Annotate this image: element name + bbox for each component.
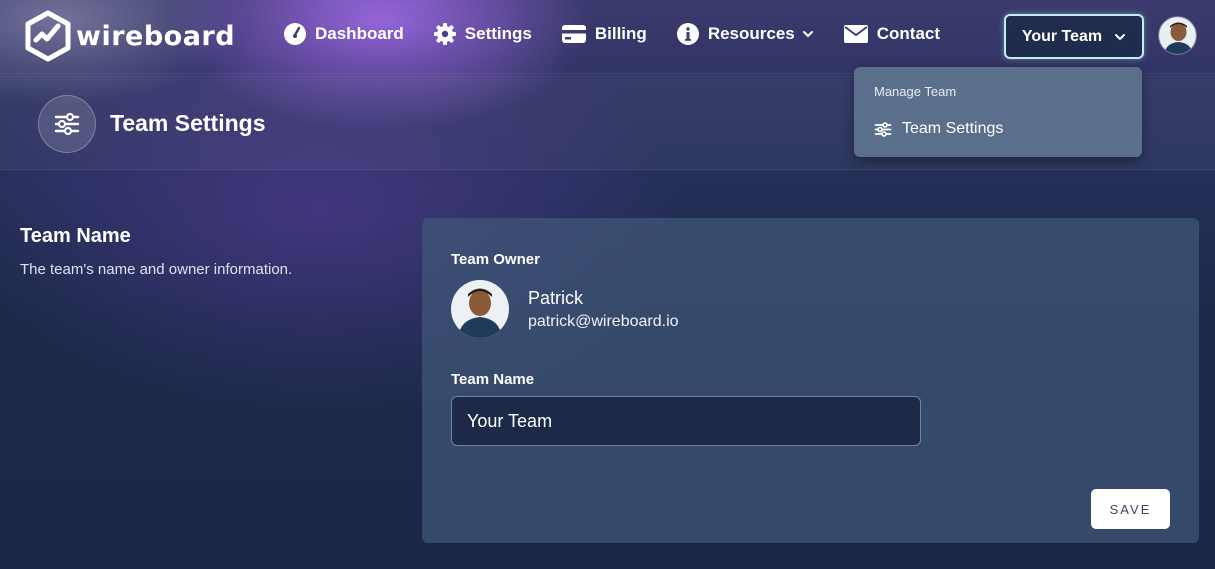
credit-card-icon — [561, 25, 586, 43]
info-icon — [676, 23, 699, 45]
gauge-icon — [284, 23, 306, 45]
nav-contact-label: Contact — [876, 24, 941, 43]
team-menu-label: Your Team — [1021, 27, 1103, 45]
team-name-label: Team Name — [451, 371, 535, 388]
nav-settings-label: Settings — [464, 24, 532, 43]
owner-email: patrick@wireboard.io — [528, 313, 679, 330]
dropdown-heading: Manage Team — [874, 84, 957, 99]
sliders-icon — [54, 112, 80, 136]
header-icon-circle — [38, 95, 96, 153]
main-nav: Dashboard Settings Billing Resources Con… — [283, 22, 969, 46]
user-avatar[interactable] — [1158, 16, 1197, 55]
team-dropdown-menu: Manage Team Team Settings — [854, 67, 1142, 157]
owner-label: Team Owner — [451, 251, 540, 268]
nav-resources[interactable]: Resources — [676, 22, 814, 46]
sliders-icon — [874, 121, 892, 137]
section-info: Team Name The team's name and owner info… — [20, 225, 292, 278]
user-photo-icon — [1159, 17, 1196, 54]
team-menu-button[interactable]: Your Team — [1004, 14, 1144, 59]
top-navbar: wireboard Dashboard Settings Billing Res… — [0, 0, 1215, 74]
nav-billing-label: Billing — [594, 24, 647, 43]
envelope-icon — [843, 25, 868, 43]
nav-settings[interactable]: Settings — [433, 22, 532, 46]
brand-name: wireboard — [76, 20, 236, 52]
page-title: Team Settings — [110, 110, 266, 136]
section-title: Team Name — [20, 225, 131, 247]
save-button[interactable]: SAVE — [1091, 489, 1170, 529]
team-name-card: Team Owner Patrick patrick@wireboard.io … — [422, 218, 1199, 543]
hexagon-check-icon — [25, 10, 71, 62]
brand-logo[interactable]: wireboard — [24, 10, 235, 62]
dropdown-item-label: Team Settings — [902, 120, 1004, 137]
chevron-down-icon — [802, 31, 813, 38]
owner-photo-icon — [451, 280, 509, 338]
nav-dashboard[interactable]: Dashboard — [283, 22, 404, 46]
chevron-down-icon — [1115, 33, 1126, 40]
team-name-input[interactable] — [451, 396, 921, 446]
dropdown-item-team-settings[interactable]: Team Settings — [874, 120, 1003, 138]
nav-contact[interactable]: Contact — [843, 24, 940, 44]
owner-name: Patrick — [528, 288, 584, 308]
nav-dashboard-label: Dashboard — [315, 24, 404, 43]
owner-avatar — [451, 280, 509, 338]
section-description: The team's name and owner information. — [20, 261, 293, 278]
nav-resources-label: Resources — [707, 24, 795, 43]
gear-icon — [433, 23, 456, 45]
nav-billing[interactable]: Billing — [561, 23, 647, 45]
